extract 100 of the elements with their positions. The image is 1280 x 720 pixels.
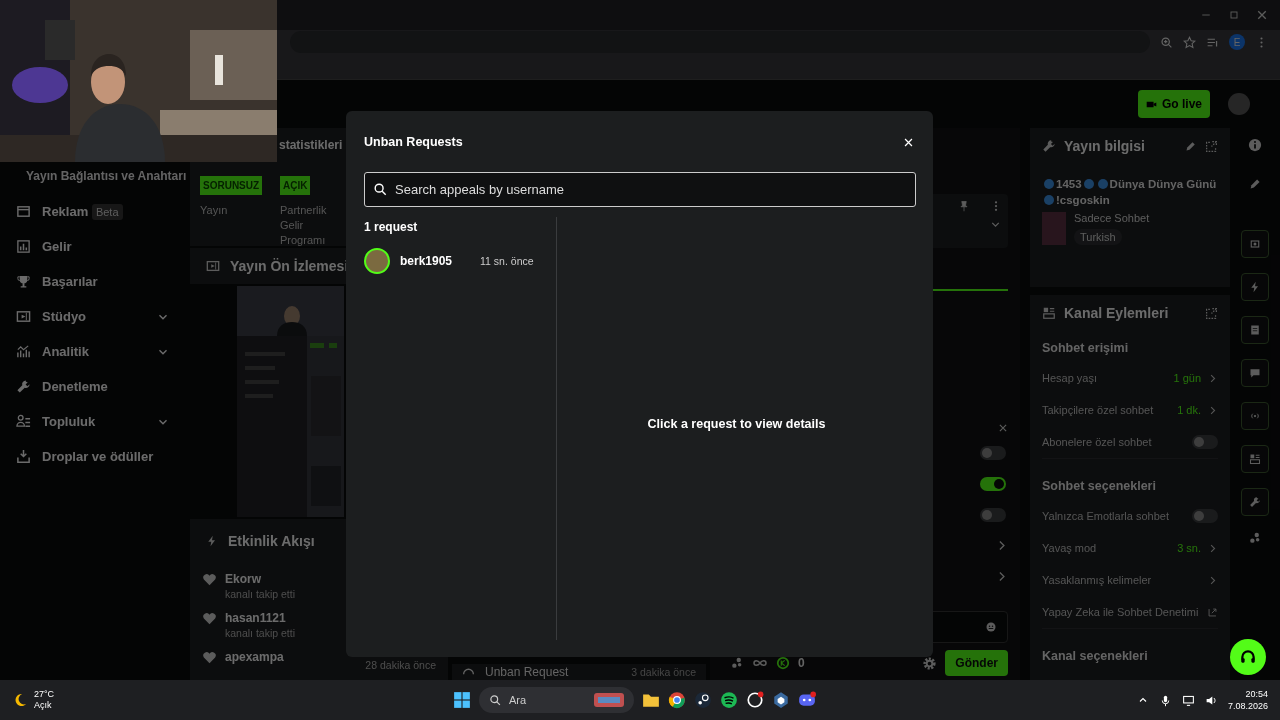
chat-app-icon[interactable] [798,691,816,709]
weather-condition: Açık [34,700,53,711]
chat-button[interactable] [1241,359,1269,387]
temperature: 27°C [34,689,55,700]
notes-button[interactable] [1241,316,1269,344]
toggle-switch[interactable] [1192,435,1218,449]
folder-icon[interactable] [642,691,660,709]
trophy-icon [16,274,31,289]
dots-icon[interactable] [1248,531,1262,545]
close-icon[interactable] [1256,9,1268,21]
lightning-icon [206,535,218,547]
studio-icon [206,259,220,273]
setting-value[interactable]: 1 gün [1173,372,1201,384]
zoom-icon[interactable] [1160,35,1173,49]
language-tag: Turkish [1074,229,1122,245]
request-item[interactable]: berk1905 11 sn. önce [364,248,549,274]
category-name: Sadece Sohbet [1074,212,1150,224]
setting-value[interactable]: 1 dk. [1177,404,1201,416]
toggle-switch[interactable] [1192,509,1218,523]
camera-icon [1249,238,1261,250]
ad-icon [16,204,31,219]
heart-icon [202,650,217,665]
broadcast-icon [1249,410,1261,422]
search-field[interactable]: Search appeals by username [364,172,916,207]
app-icon[interactable] [746,691,764,709]
send-button[interactable]: Gönder [945,650,1008,676]
sidebar-item[interactable]: Analitik [0,334,190,369]
dialog-title: Unban Requests [364,135,463,149]
studio-icon [16,309,31,324]
toggle-switch[interactable] [980,507,1006,522]
section-title: Yayın Bağlantısı ve Anahtarı [26,169,187,183]
section-heading: Sohbet seçenekleri [1042,479,1157,493]
panel-title: statistikleri [279,138,343,152]
coin-icon [776,656,790,670]
event-action: kanalı takip etti [225,588,296,600]
taskbar-search[interactable]: Ara [479,687,634,713]
section-heading: Sohbet erişimi [1042,341,1130,355]
section-heading: Kanal seçenekleri [1042,649,1149,663]
setting-label: Yasaklanmış kelimeler [1042,574,1153,586]
go-live-button[interactable]: Go live [1138,90,1210,118]
panel-title: Etkinlik Akışı [228,533,315,549]
people-icon [16,414,31,429]
sidebar-item[interactable]: Denetleme [0,369,190,404]
settings-icon[interactable] [922,655,938,671]
music-app-icon[interactable] [720,691,738,709]
network-icon[interactable] [1181,693,1195,707]
status-badge: AÇIK [280,176,311,195]
mod-tools-button[interactable] [1241,445,1269,473]
cube-app-icon[interactable] [772,691,790,709]
beta-badge: Beta [91,204,123,220]
setting-label: Takipçilere özel sohbet [1042,404,1155,416]
sidebar-item[interactable]: Topluluk [0,404,190,439]
category-thumbnail [1042,212,1066,245]
wrench-icon [1042,139,1056,153]
sidebar-item[interactable]: Gelir [0,229,190,264]
external-link-icon[interactable] [1207,606,1218,618]
setting-label: Hesap yaşı [1042,372,1099,384]
edit-icon[interactable] [1248,177,1262,190]
setting-value[interactable]: 3 sn. [1177,542,1201,554]
sidebar-item[interactable]: Droplar ve ödüller [0,439,190,474]
support-button[interactable] [1230,639,1266,675]
wrench-icon [16,379,31,394]
event-action: kanalı takip etti [225,627,296,639]
panel-title: Yayın Ön İzlemesi [230,258,349,274]
search-icon [489,694,501,706]
headset-icon [1239,648,1257,666]
request-count: 1 request [364,220,419,234]
windows-logo-icon[interactable] [453,691,471,709]
tools-button[interactable] [1241,488,1269,516]
setting-label: Yavaş mod [1042,542,1098,554]
heart-icon [202,572,217,587]
edit-icon[interactable] [1185,140,1197,152]
request-title: Unban Request [485,665,569,679]
close-icon[interactable] [998,423,1008,433]
document-icon [1249,324,1261,336]
info-icon[interactable] [1248,138,1262,152]
panel-title: Kanal Eylemleri [1064,305,1170,321]
drop-icon [16,449,31,464]
sidebar-item[interactable]: Reklam Beta [0,194,190,229]
mod-tools-icon [1042,306,1056,320]
empty-detail-message: Click a request to view details [647,416,826,431]
camera-button[interactable] [1241,230,1269,258]
steam-icon[interactable] [694,691,712,709]
popout-icon[interactable] [1205,139,1218,153]
browser-icon[interactable] [668,691,686,709]
setting-label: Abonelere özel sohbet [1042,436,1153,448]
coin-count: 0 [798,656,805,670]
event-user: Ekorw [225,572,262,586]
maximize-icon[interactable] [1228,9,1240,21]
popout-icon[interactable] [1205,306,1218,320]
sidebar-item[interactable]: Başarılar [0,264,190,299]
status-badge: SORUNSUZ [200,176,263,195]
sidebar-item[interactable]: Stüdyo [0,299,190,334]
emoji-icon[interactable] [985,621,997,633]
star-icon[interactable] [1183,35,1196,49]
toggle-switch[interactable] [980,445,1006,460]
profile-avatar[interactable]: E [1229,34,1245,50]
dots-icon [730,656,744,670]
toggle-switch[interactable] [980,476,1006,491]
lightning-button[interactable] [1241,273,1269,301]
